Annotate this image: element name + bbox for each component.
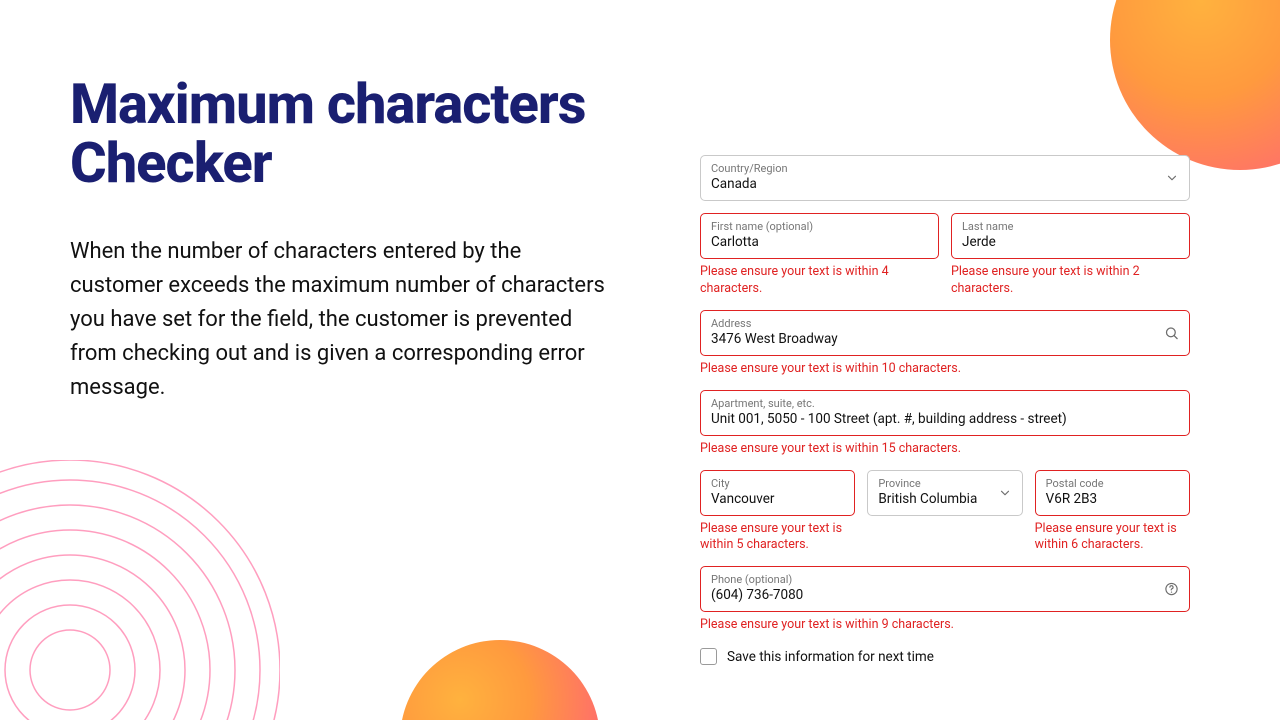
phone-value: (604) 736-7080	[711, 586, 1179, 604]
first-name-label: First name (optional)	[711, 220, 928, 233]
address-error: Please ensure your text is within 10 cha…	[700, 361, 1190, 378]
chevron-down-icon	[1165, 171, 1179, 185]
province-select[interactable]: Province British Columbia	[867, 470, 1022, 516]
last-name-input[interactable]: Last name Jerde	[951, 213, 1190, 259]
postal-code-value: V6R 2B3	[1046, 490, 1179, 508]
save-info-label: Save this information for next time	[727, 649, 934, 665]
page-title: Maximum characters Checker	[70, 75, 610, 193]
page-description: When the number of characters entered by…	[70, 235, 610, 405]
search-icon	[1164, 325, 1179, 340]
country-value: Canada	[711, 175, 1179, 193]
apartment-value: Unit 001, 5050 - 100 Street (apt. #, bui…	[711, 410, 1179, 428]
first-name-error: Please ensure your text is within 4 char…	[700, 264, 939, 298]
address-value: 3476 West Broadway	[711, 330, 1179, 348]
last-name-value: Jerde	[962, 233, 1179, 251]
apartment-label: Apartment, suite, etc.	[711, 397, 1179, 410]
city-input[interactable]: City Vancouver	[700, 470, 855, 516]
city-label: City	[711, 477, 844, 490]
first-name-input[interactable]: First name (optional) Carlotta	[700, 213, 939, 259]
phone-label: Phone (optional)	[711, 573, 1179, 586]
apartment-error: Please ensure your text is within 15 cha…	[700, 441, 1190, 458]
postal-code-input[interactable]: Postal code V6R 2B3	[1035, 470, 1190, 516]
last-name-error: Please ensure your text is within 2 char…	[951, 264, 1190, 298]
decorative-blob-bottom	[400, 640, 600, 720]
country-label: Country/Region	[711, 162, 1179, 175]
checkout-form: Country/Region Canada First name (option…	[700, 155, 1190, 665]
decorative-blob-top	[1110, 0, 1280, 170]
phone-input[interactable]: Phone (optional) (604) 736-7080	[700, 566, 1190, 612]
address-input[interactable]: Address 3476 West Broadway	[700, 310, 1190, 356]
province-value: British Columbia	[878, 490, 1011, 508]
phone-error: Please ensure your text is within 9 char…	[700, 617, 1190, 634]
postal-code-error: Please ensure your text is within 6 char…	[1035, 521, 1190, 555]
save-info-checkbox[interactable]	[700, 648, 717, 665]
last-name-label: Last name	[962, 220, 1179, 233]
address-label: Address	[711, 317, 1179, 330]
help-icon[interactable]	[1164, 582, 1179, 597]
city-error: Please ensure your text is within 5 char…	[700, 521, 855, 555]
chevron-down-icon	[998, 486, 1012, 500]
postal-code-label: Postal code	[1046, 477, 1179, 490]
country-select[interactable]: Country/Region Canada	[700, 155, 1190, 201]
first-name-value: Carlotta	[711, 233, 928, 251]
apartment-input[interactable]: Apartment, suite, etc. Unit 001, 5050 - …	[700, 390, 1190, 436]
decorative-rings	[0, 460, 280, 720]
city-value: Vancouver	[711, 490, 844, 508]
province-label: Province	[878, 477, 1011, 490]
